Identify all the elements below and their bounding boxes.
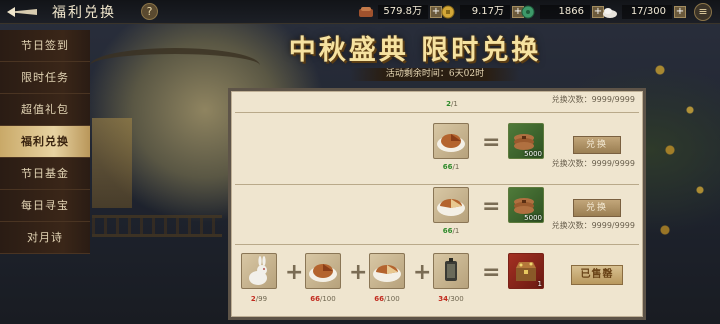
- sidebar-item-daily-treasure[interactable]: 每日寻宝: [0, 190, 90, 222]
- cost-quantity: 2/99: [250, 295, 268, 303]
- back-arrow-icon: [7, 6, 37, 17]
- cost-item-slot[interactable]: [433, 253, 469, 289]
- lantern-token-icon: [445, 258, 457, 281]
- equals-sign: =: [482, 130, 501, 155]
- sidebar-item-welfare-exchange[interactable]: 福利兑换: [0, 126, 90, 158]
- reward-badge: 5000: [524, 214, 542, 222]
- mooncake-slice-icon: [373, 265, 401, 282]
- sidebar-item-festival-signin[interactable]: 节日签到: [0, 30, 90, 62]
- exchange-panel: 2/1 兑换次数：9999/9999 66/1 = 5000 兑换 兑换次数：9…: [228, 88, 646, 320]
- stamina-value: 17/300: [622, 5, 672, 19]
- back-button[interactable]: [0, 0, 44, 24]
- exchange-count: 兑换次数：9999/9999: [551, 159, 635, 168]
- plus-sign: +: [285, 260, 304, 285]
- reward-item-slot[interactable]: 5000: [508, 123, 544, 159]
- copper-icon: [359, 7, 373, 17]
- resource-jade: 1866 +: [520, 4, 604, 20]
- osmanthus-flowers-decoration: [640, 30, 720, 280]
- reward-item-slot[interactable]: 1: [508, 253, 544, 289]
- reward-badge: 1: [537, 280, 542, 288]
- exchange-button[interactable]: 兑换: [573, 136, 621, 154]
- cost-item-slot[interactable]: [433, 187, 469, 223]
- exchange-row: 66/1 = 5000 兑换 兑换次数：9999/9999: [235, 113, 639, 185]
- jade-icon: [521, 5, 535, 19]
- cost-quantity: 66/100: [310, 295, 336, 303]
- plus-sign: +: [349, 260, 368, 285]
- reward-item-slot[interactable]: 5000: [508, 187, 544, 223]
- cost-quantity: 2/1: [446, 100, 458, 108]
- page-title: 福利兑换: [52, 4, 116, 21]
- stamina-icon: [603, 8, 617, 18]
- menu-button[interactable]: ≡: [694, 3, 712, 21]
- plus-sign: +: [413, 260, 432, 285]
- jade-value: 1866: [540, 5, 590, 19]
- mooncake-slice-icon: [437, 199, 465, 216]
- gold-coin-icon: [441, 5, 455, 19]
- sold-out-button: 已售罄: [571, 265, 623, 285]
- copper-value: 579.8万: [378, 5, 428, 19]
- balcony-rail-decoration: [92, 215, 222, 237]
- stamina-add-button[interactable]: +: [674, 6, 686, 18]
- resource-copper: 579.8万 +: [358, 4, 442, 20]
- mooncake-icon: [309, 264, 337, 282]
- gold-value: 9.17万: [460, 5, 510, 19]
- resource-gold: 9.17万 +: [440, 4, 524, 20]
- exchange-count: 兑换次数：9999/9999: [551, 221, 635, 230]
- sidebar-item-limited-tasks[interactable]: 限时任务: [0, 62, 90, 94]
- equals-sign: =: [482, 194, 501, 219]
- mooncake-icon: [437, 134, 465, 152]
- cost-quantity: 66/1: [442, 163, 460, 171]
- cost-quantity: 66/100: [374, 295, 400, 303]
- sidebar-item-moon-poems[interactable]: 对月诗: [0, 222, 90, 254]
- cost-item-slot[interactable]: [305, 253, 341, 289]
- cost-item-slot[interactable]: [241, 253, 277, 289]
- event-title: 中秋盛典 限时兑换: [288, 35, 542, 66]
- cost-quantity: 66/1: [442, 227, 460, 235]
- exchange-row: 2/99 + 66/100 + 66/100 + 34/300 = 1 已售罄: [235, 245, 639, 317]
- cost-quantity: 34/300: [438, 295, 464, 303]
- sidebar: 节日签到 限时任务 超值礼包 福利兑换 节日基金 每日寻宝 对月诗: [0, 30, 90, 255]
- pavilion-window-decoration: [92, 118, 132, 208]
- equals-sign: =: [482, 260, 501, 285]
- exchange-count: 兑换次数：9999/9999: [551, 95, 635, 104]
- reward-badge: 5000: [524, 150, 542, 158]
- rabbit-icon: [249, 256, 267, 285]
- cost-item-slot[interactable]: [369, 253, 405, 289]
- exchange-row: 66/1 = 5000 兑换 兑换次数：9999/9999: [235, 185, 639, 245]
- resource-stamina: 17/300 +: [602, 4, 686, 20]
- exchange-button[interactable]: 兑换: [573, 199, 621, 217]
- help-button[interactable]: ?: [141, 3, 158, 20]
- sidebar-item-value-packs[interactable]: 超值礼包: [0, 94, 90, 126]
- cost-item-slot[interactable]: [433, 123, 469, 159]
- sidebar-item-festival-fund[interactable]: 节日基金: [0, 158, 90, 190]
- exchange-row: 2/1 兑换次数：9999/9999: [235, 91, 639, 113]
- event-countdown: 活动剩余时间：6天02时: [350, 68, 520, 81]
